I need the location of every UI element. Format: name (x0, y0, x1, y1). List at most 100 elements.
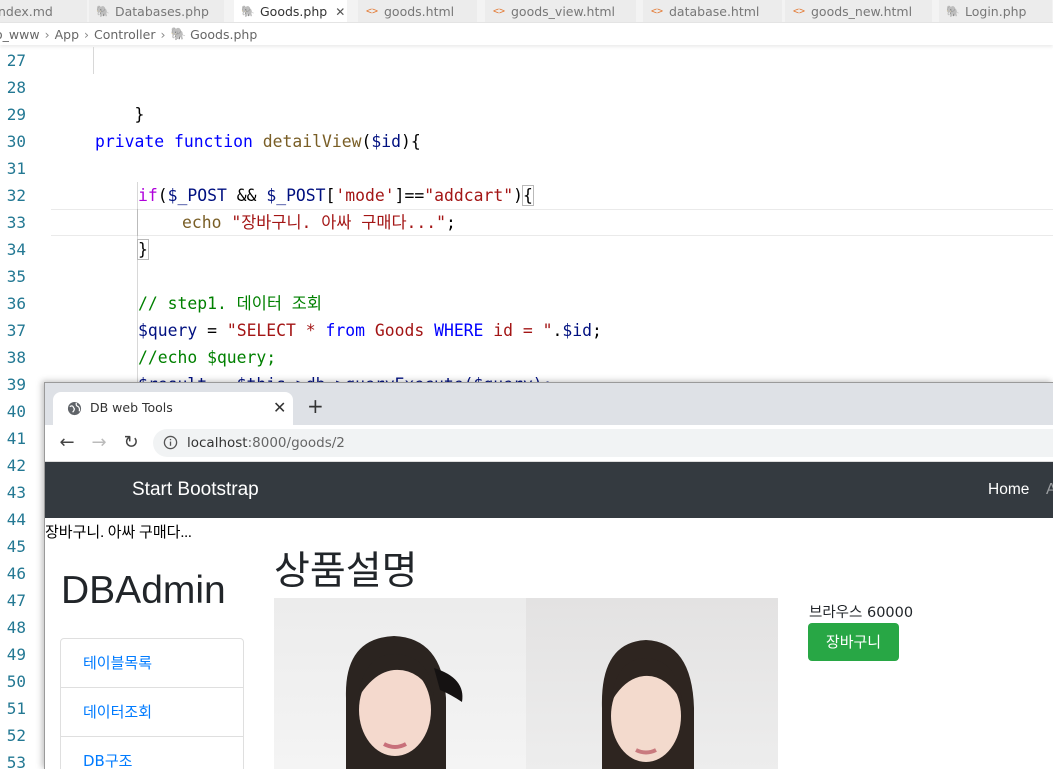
back-arrow-icon[interactable]: ← (55, 431, 79, 455)
info-icon[interactable] (163, 435, 178, 450)
html-icon: <> (792, 6, 806, 17)
line-number: 35 (6, 267, 26, 286)
sidebar-menu: 테이블목록 데이터조회 DB구조 (60, 638, 244, 769)
chevron-right-icon: › (160, 26, 166, 42)
indent-guide (137, 209, 138, 236)
code-token: $id (562, 321, 592, 340)
chevron-right-icon: › (84, 26, 89, 42)
breadcrumb-item[interactable]: o_www (0, 27, 40, 42)
editor-tab-goods-php[interactable]: 🐘 Goods.php ✕ (234, 0, 348, 22)
navbar-brand[interactable]: Start Bootstrap (132, 479, 259, 501)
code-token: detailView (262, 132, 362, 151)
site-navbar: Start Bootstrap Home A (45, 462, 1053, 518)
code-token: . (552, 321, 563, 340)
sidebar-item-db-structure[interactable]: DB구조 (61, 737, 243, 769)
reload-icon[interactable]: ↻ (119, 431, 143, 455)
browser-window[interactable]: DB web Tools ✕ + ← → ↻ localhost:8000/go… (44, 382, 1053, 769)
add-to-cart-button[interactable]: 장바구니 (808, 623, 899, 661)
sidebar-item-data-query[interactable]: 데이터조회 (61, 688, 243, 737)
tab-label: goods_view.html (511, 4, 616, 19)
php-icon: 🐘 (241, 5, 255, 18)
browser-toolbar: ← → ↻ localhost:8000/goods/2 (45, 425, 1053, 462)
url-path: :8000/goods/2 (247, 435, 345, 451)
code-line-30: private function detailView($id){ (95, 128, 421, 155)
line-number: 34 (6, 240, 26, 259)
globe-icon (67, 401, 82, 416)
code-line-28: } (95, 74, 144, 124)
code-token: "장바구니. 아싸 구매다..." (231, 213, 447, 232)
code-editor[interactable]: } private function detailView($id){ if($… (51, 47, 1053, 394)
chevron-right-icon: › (44, 26, 50, 42)
line-number: 52 (6, 726, 26, 745)
line-number: 28 (6, 78, 26, 97)
line-number: 47 (6, 591, 26, 610)
code-line-32: if($_POST && $_POST['mode']=="addcart"){ (138, 182, 534, 209)
php-icon: 🐘 (170, 26, 187, 41)
tab-label: database.html (669, 4, 760, 19)
breadcrumb-item[interactable]: App (55, 27, 79, 42)
nav-link-next[interactable]: A (1046, 481, 1053, 499)
sidebar-title: DBAdmin (61, 569, 226, 612)
html-icon: <> (650, 6, 664, 17)
editor-tab-index-md[interactable]: ndex.md (0, 0, 88, 22)
breadcrumb-item[interactable]: Controller (94, 27, 156, 42)
line-number: 38 (6, 348, 26, 367)
line-number: 42 (6, 456, 26, 475)
line-number: 36 (6, 294, 26, 313)
tab-label: ndex.md (0, 4, 53, 19)
editor-tab-goods-html[interactable]: <> goods.html (358, 0, 478, 22)
code-token: "addcart" (424, 186, 514, 205)
code-token: "SELECT * (226, 321, 326, 340)
page-title: 상품설명 (274, 549, 418, 594)
url-host: localhost (187, 435, 248, 451)
new-tab-icon[interactable]: + (307, 396, 324, 416)
product-photo (274, 598, 778, 769)
editor-tab-login-php[interactable]: 🐘 Login.php (939, 0, 1053, 22)
breadcrumb-item[interactable]: Goods.php (190, 27, 257, 42)
tab-label: Goods.php (260, 4, 328, 19)
line-number: 50 (6, 672, 26, 691)
code-token: $query (138, 321, 198, 340)
line-number: 44 (6, 510, 26, 529)
code-token: id = " (483, 321, 553, 340)
code-token: from (325, 321, 365, 340)
code-token: private (95, 132, 165, 151)
close-tab-icon[interactable]: ✕ (273, 398, 286, 417)
line-number: 31 (6, 159, 26, 178)
code-token: $id (371, 132, 401, 151)
editor-tab-goods-new-html[interactable]: <> goods_new.html (785, 0, 933, 22)
line-number: 45 (6, 537, 26, 556)
line-number: 51 (6, 699, 26, 718)
code-token: = (197, 321, 227, 340)
address-bar[interactable]: localhost:8000/goods/2 (153, 429, 1053, 457)
breadcrumb: o_www › App › Controller › 🐘 Goods.php (0, 23, 1053, 45)
line-number: 39 (6, 375, 26, 394)
code-token: ]== (394, 186, 425, 205)
browser-tab[interactable]: DB web Tools ✕ (53, 392, 293, 425)
editor-tab-goods-view-html[interactable]: <> goods_view.html (485, 0, 637, 22)
html-icon: <> (365, 6, 379, 17)
close-icon[interactable]: ✕ (335, 5, 345, 19)
editor-tab-database-html[interactable]: <> database.html (643, 0, 783, 22)
editor-tab-databases-php[interactable]: 🐘 Databases.php (89, 0, 225, 22)
sidebar-item-table-list[interactable]: 테이블목록 (61, 639, 243, 688)
indent-guide (93, 47, 94, 74)
code-token: ; (446, 213, 456, 232)
php-icon: 🐘 (946, 5, 960, 18)
code-token: echo (182, 213, 222, 232)
line-number: 43 (6, 483, 26, 502)
line-number: 53 (6, 753, 26, 769)
code-token: ( (361, 132, 372, 151)
code-comment: //echo $query; (138, 348, 277, 367)
nav-link-home[interactable]: Home (988, 481, 1029, 499)
code-comment: // step1. 데이터 조회 (138, 294, 322, 313)
code-line-36: // step1. 데이터 조회 (138, 290, 322, 317)
code-token: ; (591, 321, 602, 340)
code-token: if (138, 186, 158, 205)
line-number: 40 (6, 402, 26, 421)
url-text: localhost:8000/goods/2 (187, 435, 345, 451)
line-number: 37 (6, 321, 26, 340)
forward-arrow-icon[interactable]: → (87, 431, 111, 455)
matched-bracket: { (521, 185, 534, 206)
html-icon: <> (492, 6, 506, 17)
